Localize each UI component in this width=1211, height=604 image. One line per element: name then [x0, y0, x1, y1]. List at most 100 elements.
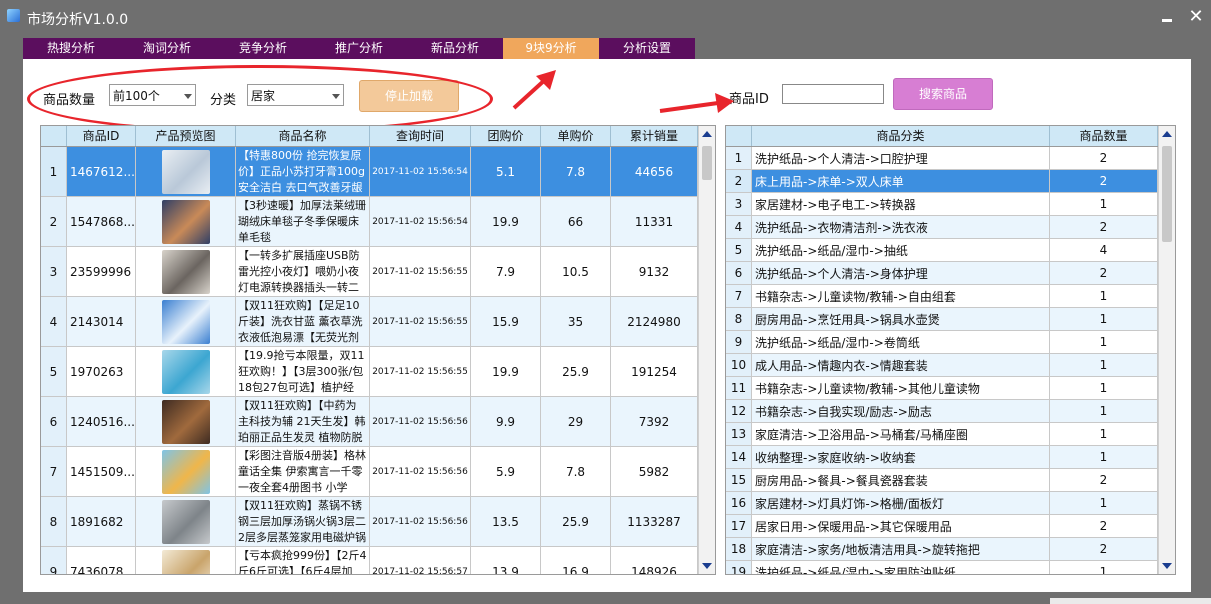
sales-cell: 7392 — [611, 397, 698, 447]
single-price-cell: 10.5 — [541, 247, 611, 297]
tab-2[interactable]: 竞争分析 — [215, 38, 311, 59]
product-table-header: 商品ID 产品预览图 商品名称 查询时间 团购价 单购价 累计销量 — [41, 126, 698, 147]
product-id-label: 商品ID — [729, 92, 769, 107]
list-item[interactable]: 6 洗护纸品->个人清洁->身体护理 2 — [726, 262, 1158, 285]
list-item[interactable]: 2 床上用品->床单->双人床单 2 — [726, 170, 1158, 193]
category-count-cell: 1 — [1050, 400, 1158, 423]
table-row[interactable]: 5 1970263 【19.9抢亏本限量，双11狂欢购！】【3层300张/包 18包… — [41, 347, 698, 397]
list-item[interactable]: 4 洗护纸品->衣物清洁剂->洗衣液 2 — [726, 216, 1158, 239]
table-row[interactable]: 9 7436078 【亏本疯抢999份】【2斤4斤6斤可选】【6斤4层加 2017-1… — [41, 547, 698, 574]
tab-5[interactable]: 9块9分析 — [503, 38, 599, 59]
column-header[interactable]: 团购价 — [471, 126, 541, 146]
product-image — [161, 399, 210, 444]
sales-cell: 9132 — [611, 247, 698, 297]
column-header[interactable]: 商品分类 — [752, 126, 1050, 146]
column-header[interactable]: 单购价 — [541, 126, 611, 146]
list-item[interactable]: 18 家庭清洁->家务/地板清洁用具->旋转拖把 2 — [726, 538, 1158, 561]
search-product-button[interactable]: 搜索商品 — [893, 78, 993, 110]
category-name-cell: 洗护纸品->纸品/湿巾->抽纸 — [752, 239, 1050, 262]
tab-4[interactable]: 新品分析 — [407, 38, 503, 59]
list-item[interactable]: 14 收纳整理->家庭收纳->收纳套 1 — [726, 446, 1158, 469]
product-image — [161, 549, 210, 574]
stop-loading-button[interactable]: 停止加载 — [359, 80, 459, 112]
row-number: 11 — [726, 377, 752, 400]
list-item[interactable]: 17 居家日用->保暖用品->其它保暖用品 2 — [726, 515, 1158, 538]
sales-cell: 5982 — [611, 447, 698, 497]
product-table[interactable]: 商品ID 产品预览图 商品名称 查询时间 团购价 单购价 累计销量 1 1467612... 【… — [40, 125, 716, 575]
category-count-cell: 2 — [1050, 515, 1158, 538]
column-header[interactable]: 商品ID — [67, 126, 136, 146]
product-thumbnail — [136, 347, 236, 397]
group-price-cell: 5.1 — [471, 147, 541, 197]
scroll-thumb[interactable] — [1162, 146, 1172, 242]
list-item[interactable]: 8 厨房用品->烹饪用具->锅具水壶煲 1 — [726, 308, 1158, 331]
list-item[interactable]: 12 书籍杂志->自我实现/励志->励志 1 — [726, 400, 1158, 423]
scroll-thumb[interactable] — [702, 146, 712, 180]
category-table[interactable]: 商品分类 商品数量 1 洗护纸品->个人清洁->口腔护理 2 2 床上用品->床单->双人… — [725, 125, 1176, 575]
list-item[interactable]: 7 书籍杂志->儿童读物/教辅->自由组套 1 — [726, 285, 1158, 308]
row-number: 18 — [726, 538, 752, 561]
category-name-cell: 书籍杂志->自我实现/励志->励志 — [752, 400, 1050, 423]
category-name-cell: 洗护纸品->个人清洁->身体护理 — [752, 262, 1050, 285]
table-row[interactable]: 8 1891682 【双11狂欢购】蒸锅不锈钢三层加厚汤锅火锅3层二2层多层蒸笼家用… — [41, 497, 698, 547]
tab-6[interactable]: 分析设置 — [599, 38, 695, 59]
table-row[interactable]: 4 2143014 【双11狂欢购】【足足10斤装】洗衣甘蓝 薰衣草洗衣液低泡易漂【… — [41, 297, 698, 347]
list-item[interactable]: 9 洗护纸品->纸品/湿巾->卷筒纸 1 — [726, 331, 1158, 354]
list-item[interactable]: 13 家庭清洁->卫浴用品->马桶套/马桶座圈 1 — [726, 423, 1158, 446]
tab-3[interactable]: 推广分析 — [311, 38, 407, 59]
row-number: 17 — [726, 515, 752, 538]
list-item[interactable]: 1 洗护纸品->个人清洁->口腔护理 2 — [726, 147, 1158, 170]
column-header[interactable]: 查询时间 — [370, 126, 471, 146]
list-item[interactable]: 5 洗护纸品->纸品/湿巾->抽纸 4 — [726, 239, 1158, 262]
minimize-button[interactable] — [1158, 6, 1176, 26]
table-row[interactable]: 1 1467612... 【特惠800份 抢完恢复原价】正品小苏打牙膏100g安全洁… — [41, 147, 698, 197]
product-id-input[interactable] — [782, 84, 884, 104]
category-count-cell: 1 — [1050, 492, 1158, 515]
column-header[interactable]: 产品预览图 — [136, 126, 236, 146]
category-count-cell: 2 — [1050, 538, 1158, 561]
column-header[interactable]: 累计销量 — [611, 126, 698, 146]
column-header[interactable]: 商品名称 — [236, 126, 370, 146]
table-row[interactable]: 2 1547868... 【3秒速暖】加厚法莱绒珊瑚绒床单毯子冬季保暖床单毛毯 201… — [41, 197, 698, 247]
category-table-header: 商品分类 商品数量 — [726, 126, 1158, 147]
list-item[interactable]: 15 厨房用品->餐具->餐具瓷器套装 2 — [726, 469, 1158, 492]
list-item[interactable]: 11 书籍杂志->儿童读物/教辅->其他儿童读物 1 — [726, 377, 1158, 400]
row-number: 5 — [41, 347, 67, 397]
category-name-cell: 洗护纸品->纸品/湿巾->卷筒纸 — [752, 331, 1050, 354]
group-price-cell: 13.9 — [471, 547, 541, 574]
list-item[interactable]: 3 家居建材->电子电工->转换器 1 — [726, 193, 1158, 216]
scroll-down-icon[interactable] — [1162, 563, 1172, 569]
product-image — [161, 349, 210, 394]
scroll-up-icon[interactable] — [702, 131, 712, 137]
list-item[interactable]: 16 家居建材->灯具灯饰->格栅/面板灯 1 — [726, 492, 1158, 515]
row-number: 16 — [726, 492, 752, 515]
table-row[interactable]: 7 1451509... 【彩图注音版4册装】格林童话全集 伊索寓言一千零一夜全套4… — [41, 447, 698, 497]
category-select[interactable]: 居家 — [247, 84, 344, 106]
single-price-cell: 29 — [541, 397, 611, 447]
scroll-up-icon[interactable] — [1162, 131, 1172, 137]
product-id-cell: 1240516... — [67, 397, 136, 447]
scroll-down-icon[interactable] — [702, 563, 712, 569]
row-number: 15 — [726, 469, 752, 492]
count-select[interactable]: 前100个 — [109, 84, 196, 106]
tab-0[interactable]: 热搜分析 — [23, 38, 119, 59]
table-row[interactable]: 3 23599996 【一转多扩展插座USB防雷光控小夜灯】喂奶小夜灯电源转换器插头… — [41, 247, 698, 297]
query-time-cell: 2017-11-02 15:56:54 — [370, 197, 471, 247]
row-number: 19 — [726, 561, 752, 574]
table-row[interactable]: 6 1240516... 【双11狂欢购】【中药为主科技为辅 21天生发】韩珀丽正品… — [41, 397, 698, 447]
row-number: 3 — [726, 193, 752, 216]
list-item[interactable]: 19 洗护纸品->纸品/湿巾->家用防油贴纸 1 — [726, 561, 1158, 574]
tab-1[interactable]: 淘词分析 — [119, 38, 215, 59]
query-time-cell: 2017-11-02 15:56:57 — [370, 547, 471, 574]
product-scrollbar[interactable] — [698, 126, 715, 574]
category-scrollbar[interactable] — [1158, 126, 1175, 574]
close-button[interactable]: ✕ — [1186, 6, 1206, 28]
product-image — [161, 299, 210, 344]
category-name-cell: 洗护纸品->衣物清洁剂->洗衣液 — [752, 216, 1050, 239]
column-header[interactable]: 商品数量 — [1050, 126, 1158, 146]
list-item[interactable]: 10 成人用品->情趣内衣->情趣套装 1 — [726, 354, 1158, 377]
app-title: 市场分析V1.0.0 — [27, 12, 129, 28]
group-price-cell: 7.9 — [471, 247, 541, 297]
product-thumbnail — [136, 297, 236, 347]
title-bar: 市场分析V1.0.0 ✕ — [0, 0, 1211, 36]
